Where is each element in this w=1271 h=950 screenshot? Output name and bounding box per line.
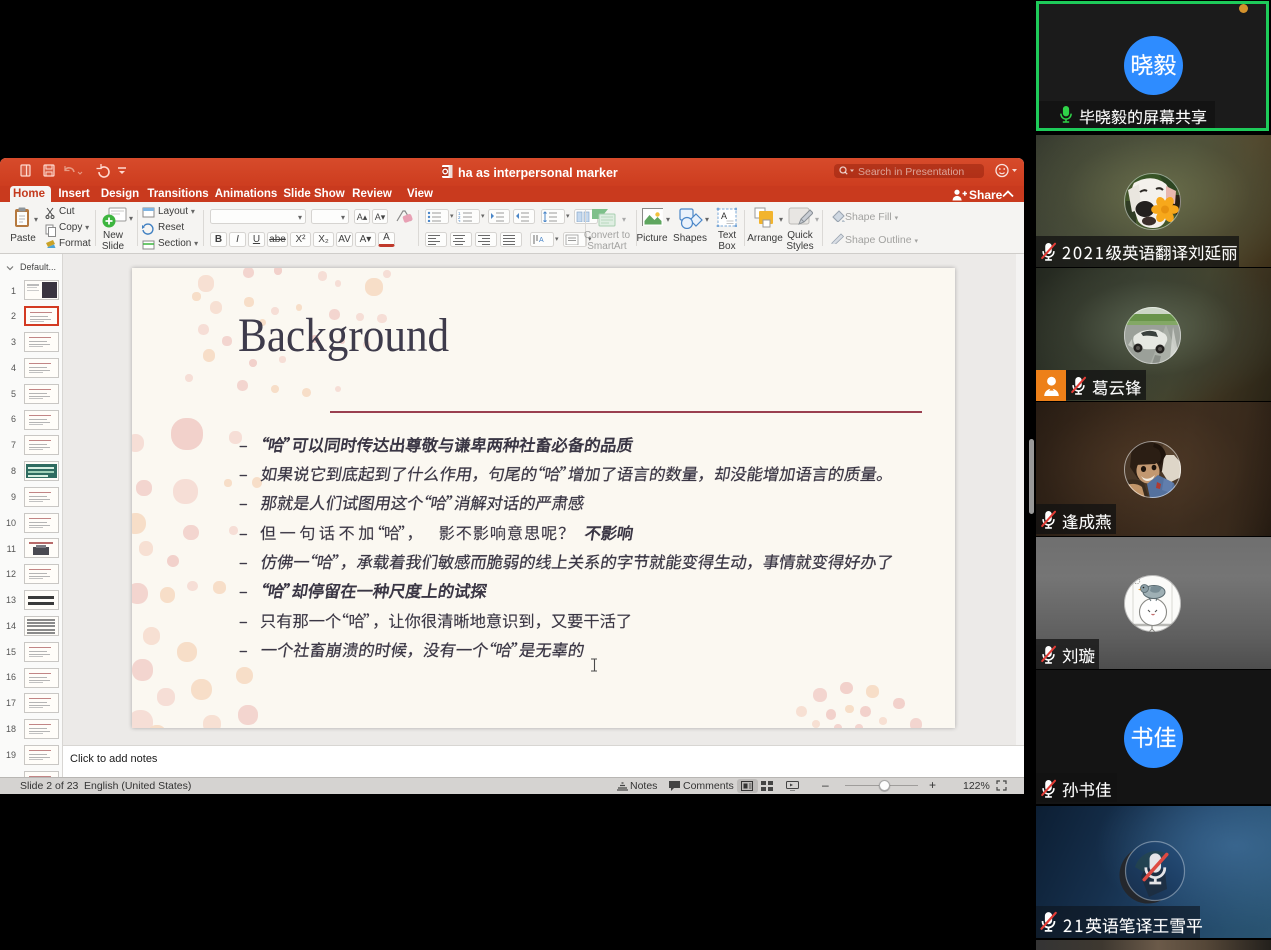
- svg-text:A: A: [721, 211, 727, 221]
- svg-text:3: 3: [458, 219, 461, 222]
- svg-text:A: A: [539, 237, 544, 244]
